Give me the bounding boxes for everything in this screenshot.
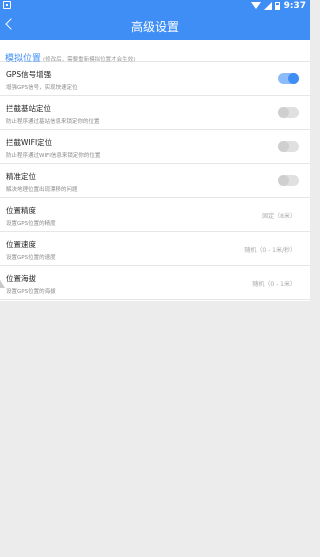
accuracy-value: 固定（8米）	[262, 213, 296, 220]
setting-row-block-cell[interactable]: 拦截基站定位 防止程序通过基站信息来锁定你的位置	[0, 96, 310, 130]
signal-icon	[263, 1, 272, 10]
toggle-knob	[288, 73, 299, 84]
speed-value: 随机（0 - 1米/秒）	[244, 247, 296, 254]
toggle-knob	[278, 175, 289, 186]
page-title: 高级设置	[130, 20, 179, 34]
setting-row-altitude[interactable]: 位置海拔 设置GPS位置的海拔 随机（0 - 1米）	[0, 266, 310, 300]
setting-description: 增强GPS信号，实现快速定位	[6, 85, 78, 91]
setting-description: 设置GPS位置的精度	[6, 221, 56, 227]
setting-description: 解决地理位置出现漂移的问题	[6, 187, 78, 193]
setting-row-accuracy[interactable]: 位置精度 设置GPS位置的精度 固定（8米）	[0, 198, 310, 232]
setting-description: 防止程序通过基站信息来锁定你的位置	[6, 119, 100, 125]
wifi-icon	[250, 2, 261, 9]
setting-title: 位置海拔	[6, 274, 36, 283]
setting-title: 拦截基站定位	[6, 104, 51, 113]
battery-icon	[274, 1, 280, 10]
drag-handle-icon	[0, 280, 5, 288]
setting-title: 位置速度	[6, 240, 36, 249]
setting-title: 精准定位	[6, 172, 36, 181]
setting-title: GPS信号增强	[6, 70, 52, 79]
block-wifi-toggle[interactable]	[278, 141, 299, 152]
setting-row-gps-boost[interactable]: GPS信号增强 增强GPS信号，实现快速定位	[0, 62, 310, 96]
toggle-knob	[278, 107, 289, 118]
section-header: 模拟位置 (修改后，需要重新模拟位置才会生效)	[0, 40, 310, 64]
settings-list: 模拟位置 (修改后，需要重新模拟位置才会生效) GPS信号增强 增强GPS信号，实…	[0, 40, 310, 301]
setting-title: 拦截WIFI定位	[6, 138, 53, 147]
setting-row-block-wifi[interactable]: 拦截WIFI定位 防止程序通过WIFI信息来锁定你的位置	[0, 130, 310, 164]
notification-icon	[3, 1, 11, 9]
setting-title: 位置精度	[6, 206, 36, 215]
setting-description: 防止程序通过WIFI信息来锁定你的位置	[6, 153, 101, 159]
setting-row-speed[interactable]: 位置速度 设置GPS位置的速度 随机（0 - 1米/秒）	[0, 232, 310, 266]
setting-description: 设置GPS位置的海拔	[6, 289, 56, 295]
altitude-value: 随机（0 - 1米）	[252, 281, 296, 288]
status-icons: 9:37	[250, 0, 306, 11]
app-bar: 高级设置	[0, 11, 310, 40]
precise-location-toggle[interactable]	[278, 175, 299, 186]
gps-boost-toggle[interactable]	[278, 73, 299, 84]
setting-description: 设置GPS位置的速度	[6, 255, 56, 261]
toggle-knob	[278, 141, 289, 152]
block-cell-toggle[interactable]	[278, 107, 299, 118]
setting-row-precise[interactable]: 精准定位 解决地理位置出现漂移的问题	[0, 164, 310, 198]
status-time: 9:37	[283, 0, 306, 11]
status-bar: 9:37	[0, 0, 310, 11]
